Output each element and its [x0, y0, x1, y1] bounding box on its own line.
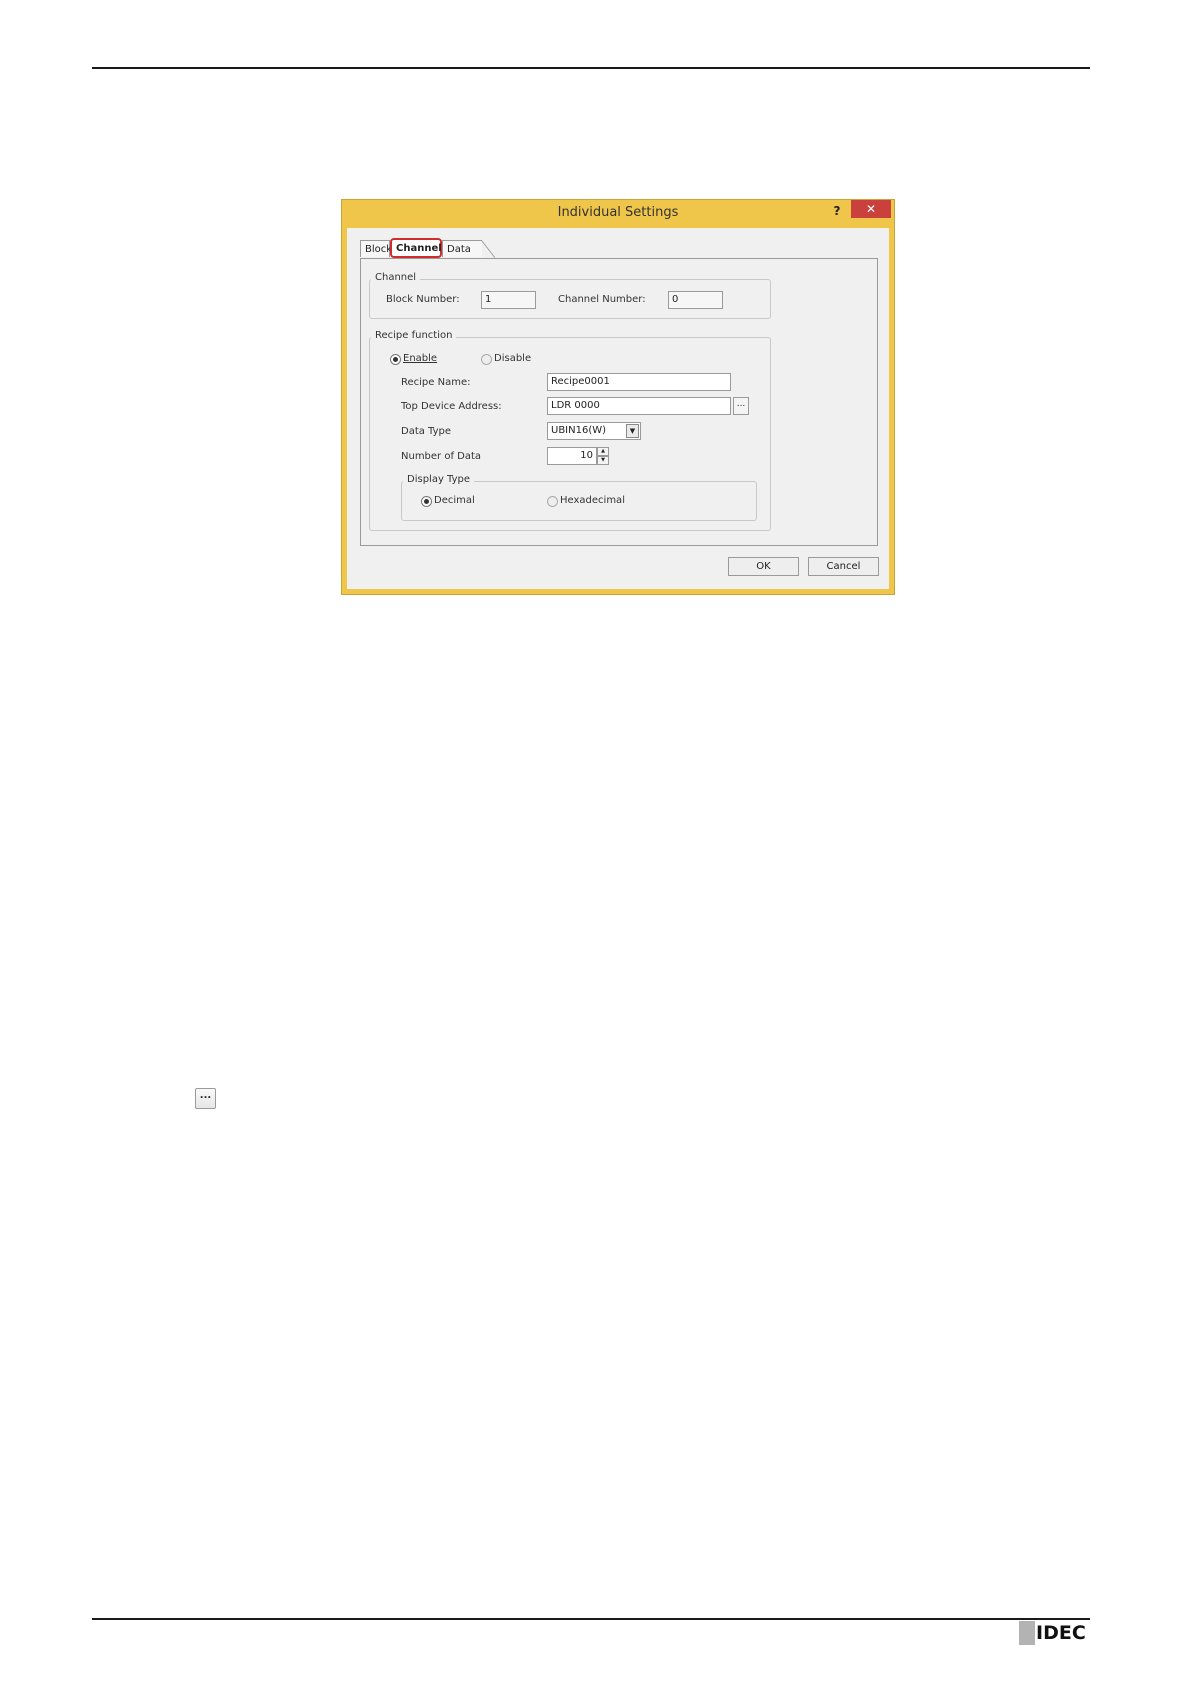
number-of-data-value: 10	[580, 450, 593, 461]
idec-logo: IDEC	[1019, 1621, 1091, 1645]
enable-radio[interactable]	[390, 354, 401, 365]
number-of-data-input[interactable]: 10	[547, 447, 597, 465]
tab-channel[interactable]: Channel	[390, 238, 442, 258]
ellipsis-button-icon: ...	[195, 1088, 216, 1109]
logo-mark	[1019, 1621, 1035, 1645]
tab-block[interactable]: Block	[360, 240, 392, 257]
disable-label: Disable	[494, 353, 532, 364]
recipe-name-input[interactable]: Recipe0001	[547, 373, 731, 391]
hexadecimal-label: Hexadecimal	[560, 495, 625, 506]
number-of-data-label: Number of Data	[401, 451, 482, 462]
stepper-down-icon[interactable]: ▼	[597, 456, 609, 465]
display-type-legend: Display Type	[403, 474, 475, 485]
recipe-function-group: Recipe function Enable Disable Recipe Na…	[369, 330, 771, 531]
ok-button[interactable]: OK	[728, 557, 799, 576]
channel-group: Channel Block Number: 1 Channel Number: …	[369, 272, 771, 319]
recipe-function-legend: Recipe function	[371, 330, 457, 341]
channel-group-legend: Channel	[371, 272, 421, 283]
browse-device-button[interactable]: ...	[733, 397, 749, 415]
enable-label: Enable	[403, 353, 438, 364]
data-type-value: UBIN16(W)	[551, 425, 607, 436]
decimal-radio[interactable]	[421, 496, 432, 507]
dialog-client-area: Block Channel Data Channel Block Number:…	[347, 228, 889, 589]
decimal-label: Decimal	[434, 495, 475, 506]
block-number-label: Block Number:	[386, 294, 460, 305]
tab-panel-channel: Channel Block Number: 1 Channel Number: …	[360, 258, 878, 546]
data-type-label: Data Type	[401, 426, 452, 437]
footer-rule	[92, 1618, 1090, 1620]
disable-radio[interactable]	[481, 354, 492, 365]
channel-number-label: Channel Number:	[558, 294, 646, 305]
top-device-address-input[interactable]: LDR 0000	[547, 397, 731, 415]
top-device-address-label: Top Device Address:	[401, 401, 502, 412]
individual-settings-dialog: Individual Settings ? ✕ Block Channel Da…	[341, 199, 895, 595]
number-of-data-stepper[interactable]: ▲ ▼	[597, 447, 609, 465]
help-button[interactable]: ?	[827, 202, 847, 220]
display-type-group: Display Type Decimal Hexadecimal	[401, 474, 757, 521]
dialog-title: Individual Settings	[557, 205, 679, 220]
tab-data[interactable]: Data	[442, 240, 482, 257]
hexadecimal-radio[interactable]	[547, 496, 558, 507]
cancel-button[interactable]: Cancel	[808, 557, 879, 576]
chevron-down-icon[interactable]: ▼	[626, 424, 639, 438]
dialog-titlebar: Individual Settings ? ✕	[341, 199, 895, 227]
block-number-field[interactable]: 1	[481, 291, 536, 309]
header-rule	[92, 67, 1090, 69]
tab-edge	[481, 240, 495, 258]
close-button[interactable]: ✕	[851, 200, 891, 218]
recipe-name-label: Recipe Name:	[401, 377, 471, 388]
stepper-up-icon[interactable]: ▲	[597, 447, 609, 456]
channel-number-field[interactable]: 0	[668, 291, 723, 309]
logo-text: IDEC	[1036, 1622, 1086, 1644]
data-type-select[interactable]: UBIN16(W) ▼	[547, 422, 641, 440]
